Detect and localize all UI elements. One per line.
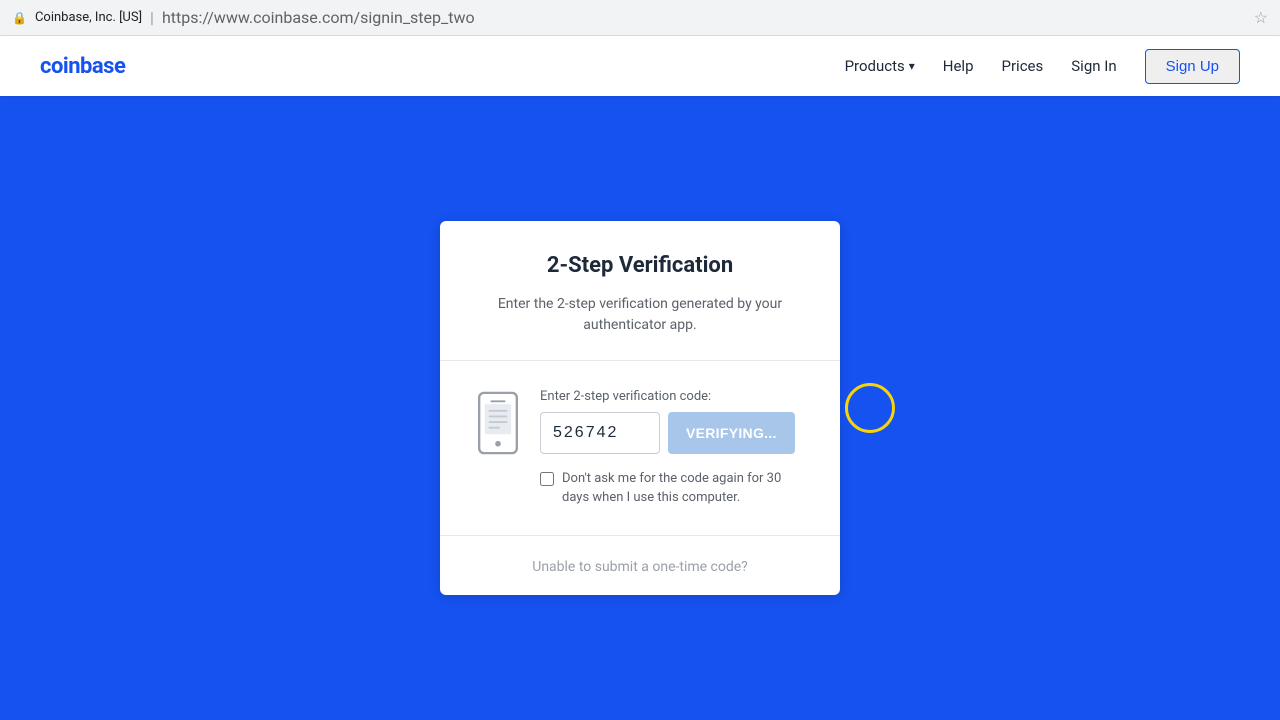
url-display: https://www.coinbase.com/signin_step_two	[162, 8, 475, 27]
remember-label: Don't ask me for the code again for 30 d…	[562, 470, 808, 506]
nav-prices[interactable]: Prices	[1002, 57, 1044, 75]
input-row: Enter 2-step verification code: VERIFYIN…	[472, 389, 808, 506]
bookmark-icon[interactable]: ☆	[1254, 8, 1268, 27]
card-body: Enter 2-step verification code: VERIFYIN…	[440, 361, 840, 535]
one-time-code-link[interactable]: Unable to submit a one-time code?	[532, 559, 748, 575]
card-footer: Unable to submit a one-time code?	[440, 536, 840, 595]
nav-signin[interactable]: Sign In	[1071, 57, 1116, 75]
coinbase-logo[interactable]: coinbase	[40, 54, 125, 79]
cursor-indicator	[845, 383, 895, 433]
nav-products[interactable]: Products	[845, 57, 915, 75]
nav-links: Products Help Prices Sign In Sign Up	[845, 49, 1240, 84]
card-description: Enter the 2-step verification generated …	[480, 294, 800, 336]
navbar: coinbase Products Help Prices Sign In Si…	[0, 36, 1280, 96]
company-name: Coinbase, Inc. [US]	[35, 10, 142, 25]
verify-button[interactable]: VERIFYING...	[668, 412, 795, 454]
card-header: 2-Step Verification Enter the 2-step ver…	[440, 221, 840, 361]
verification-code-input[interactable]	[540, 412, 660, 454]
lock-icon: 🔒	[12, 11, 27, 25]
input-controls: VERIFYING...	[540, 412, 808, 454]
nav-signup-button[interactable]: Sign Up	[1145, 49, 1240, 84]
phone-icon-container	[472, 389, 524, 457]
url-separator: |	[150, 8, 154, 27]
card-title: 2-Step Verification	[480, 253, 800, 278]
nav-help[interactable]: Help	[943, 57, 974, 75]
remember-checkbox[interactable]	[540, 472, 554, 486]
phone-icon	[476, 391, 520, 455]
main-content: 2-Step Verification Enter the 2-step ver…	[0, 96, 1280, 720]
browser-bar: 🔒 Coinbase, Inc. [US] | https://www.coin…	[0, 0, 1280, 36]
input-label: Enter 2-step verification code:	[540, 389, 808, 404]
verification-card: 2-Step Verification Enter the 2-step ver…	[440, 221, 840, 594]
input-section: Enter 2-step verification code: VERIFYIN…	[540, 389, 808, 506]
remember-row: Don't ask me for the code again for 30 d…	[540, 470, 808, 506]
